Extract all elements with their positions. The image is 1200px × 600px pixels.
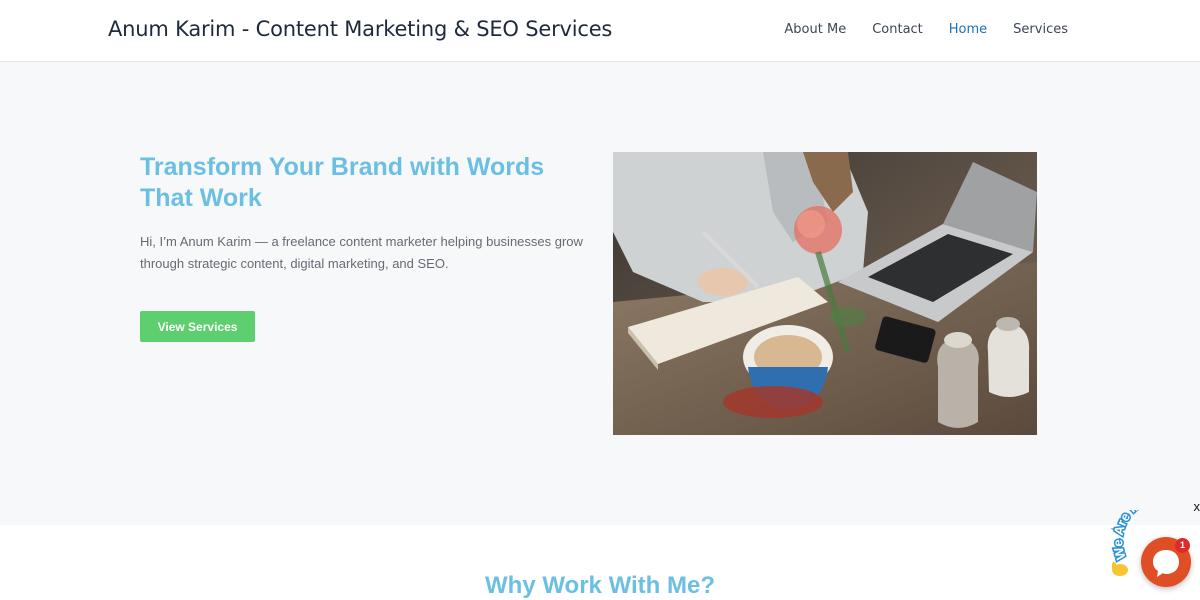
- nav-link-home[interactable]: Home: [949, 22, 987, 37]
- nav-link-services[interactable]: Services: [1013, 22, 1068, 37]
- chat-notification-badge: 1: [1175, 538, 1190, 553]
- hero-description: Hi, I’m Anum Karim — a freelance content…: [140, 234, 583, 271]
- view-services-button[interactable]: View Services: [140, 311, 255, 342]
- why-work-with-me-heading: Why Work With Me?: [485, 572, 715, 599]
- hero-image: [613, 152, 1037, 435]
- main-nav: About Me Contact Home Services: [784, 22, 1068, 37]
- site-header: Anum Karim - Content Marketing & SEO Ser…: [0, 0, 1200, 62]
- nav-link-about-me[interactable]: About Me: [784, 22, 846, 37]
- writing-desk-photo-icon: [613, 152, 1037, 435]
- hero-title: Transform Your Brand with Words That Wor…: [140, 153, 545, 212]
- waving-hand-icon: [1112, 562, 1128, 576]
- hero-section: Transform Your Brand with Words That Wor…: [0, 63, 1200, 525]
- site-title[interactable]: Anum Karim - Content Marketing & SEO Ser…: [108, 17, 612, 41]
- nav-link-contact[interactable]: Contact: [872, 22, 923, 37]
